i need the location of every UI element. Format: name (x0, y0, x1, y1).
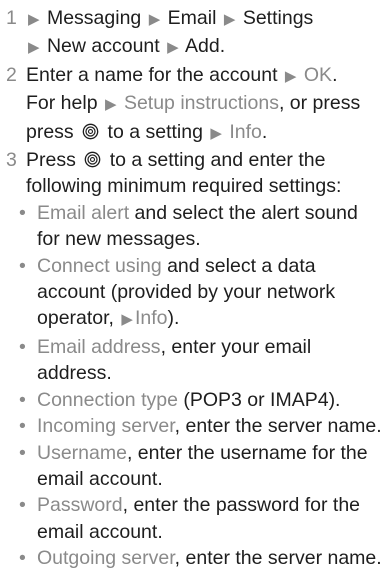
arrow-icon: ▶ (223, 11, 236, 28)
setting-term: Outgoing server (37, 547, 175, 570)
arrow-icon: ▶ (121, 311, 133, 329)
list-item: • Incoming server, enter the server name… (6, 413, 382, 439)
step-1: 1 ▶ Messaging ▶ Email ▶ Settings ▶ New a… (6, 5, 382, 62)
list-item: • Email alert and select the alert sound… (6, 200, 382, 253)
step-1-end: . (219, 35, 226, 58)
setting-description: , enter the server name. (174, 547, 382, 570)
bullet-icon: • (19, 254, 26, 277)
step-2-text-a: Enter a name for the account (26, 63, 278, 86)
arrow-icon: ▶ (284, 67, 297, 85)
instruction-page: 1 ▶ Messaging ▶ Email ▶ Settings ▶ New a… (0, 0, 388, 569)
info-ref: Info (134, 307, 168, 330)
step-3-body: Press to a setting and enter the followi… (26, 147, 382, 200)
menu-path-messaging: Messaging (46, 7, 142, 29)
list-item: • Password, enter the password for the e… (6, 492, 382, 545)
menu-path-settings: Settings (242, 7, 314, 29)
step-2-press: press (26, 120, 74, 143)
ok-label: OK (303, 63, 333, 86)
step-2-text-d: to a setting (107, 120, 203, 143)
setting-term: Password (37, 494, 123, 517)
bullet-icon: • (19, 547, 26, 570)
setting-term: Email alert (37, 201, 130, 224)
bullet-icon: • (19, 201, 26, 224)
bullet-icon: • (19, 441, 26, 464)
step-number: 1 (6, 7, 17, 29)
step-number: 3 (6, 149, 17, 172)
list-item: • Email address, enter your email addres… (6, 334, 382, 387)
list-item: • Connection type (POP3 or IMAP4). (6, 387, 382, 413)
list-item: • Connect using and select a data accoun… (6, 253, 382, 334)
arrow-icon: ▶ (28, 11, 40, 28)
step-2-text-b: For help (26, 92, 98, 115)
menu-path-new-account: New account (46, 35, 160, 58)
arrow-icon: ▶ (104, 96, 117, 114)
arrow-icon: ▶ (210, 124, 222, 142)
setting-term: Username (37, 441, 127, 464)
setting-term: Email address (37, 335, 161, 358)
step-3-text-a: Press (26, 149, 76, 172)
bullet-icon: • (19, 335, 26, 358)
step-2-body: Enter a name for the account ▶ OK. For h… (26, 63, 361, 143)
bullet-icon: • (19, 388, 26, 411)
menu-path-add: Add (185, 35, 220, 58)
setting-term: Connect using (37, 254, 162, 277)
step-3: 3 Press to a setting and enter the follo… (6, 147, 382, 200)
list-item: • Outgoing server, enter the server name… (6, 545, 382, 571)
setting-description-end: ). (167, 307, 180, 330)
navigation-key-icon (84, 151, 101, 168)
setting-description: , enter the server name. (174, 415, 382, 438)
info-label: Info (229, 120, 262, 143)
step-2-end: . (261, 120, 268, 143)
setting-description: (POP3 or IMAP4). (177, 388, 341, 411)
arrow-icon: ▶ (167, 39, 179, 57)
step-2: 2 Enter a name for the account ▶ OK. For… (6, 62, 382, 147)
settings-list: • Email alert and select the alert sound… (6, 200, 382, 572)
navigation-key-icon (82, 123, 99, 139)
arrow-icon: ▶ (148, 11, 161, 28)
step-1-body: ▶ Messaging ▶ Email ▶ Settings ▶ New acc… (26, 5, 382, 62)
step-number: 2 (6, 63, 17, 86)
setup-instructions-link[interactable]: Setup instructions (124, 92, 279, 114)
list-item: • Username, enter the username for the e… (6, 440, 382, 493)
setting-term: Connection type (37, 388, 178, 411)
menu-path-email: Email (167, 7, 217, 29)
setting-term: Incoming server (37, 415, 175, 438)
step-2-text-c: , or press (278, 92, 361, 115)
bullet-icon: • (19, 415, 26, 438)
arrow-icon: ▶ (28, 39, 40, 57)
bullet-icon: • (19, 494, 26, 517)
